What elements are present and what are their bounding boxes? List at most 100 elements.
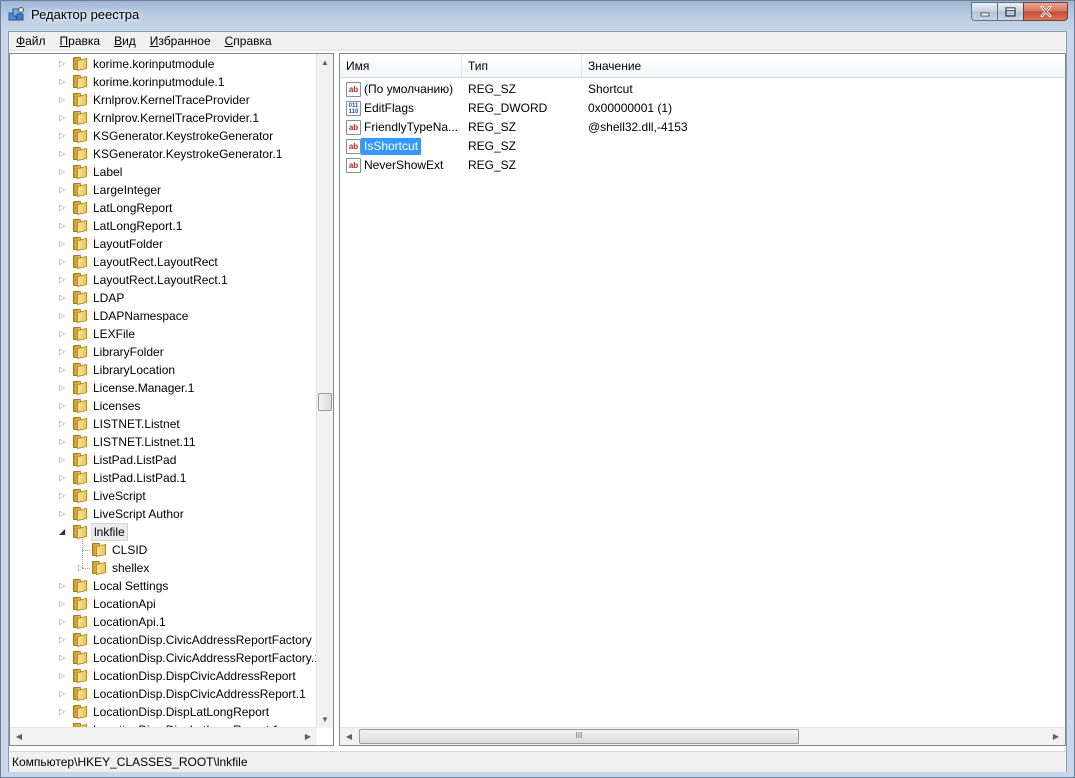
scroll-left-arrow-icon[interactable]: ◀ (341, 728, 357, 745)
tree-item[interactable]: ▷ LocationApi.1 (10, 613, 316, 631)
tree-item[interactable]: ▷ LayoutFolder (10, 235, 316, 253)
column-header-value[interactable]: Значение (582, 54, 1065, 78)
tree-item[interactable]: ▷ korime.korinputmodule (10, 55, 316, 73)
tree-item[interactable]: ▷ LDAP (10, 289, 316, 307)
tree-item[interactable]: ▷ LISTNET.Listnet.11 (10, 433, 316, 451)
tree-item[interactable]: ▷ ListPad.ListPad (10, 451, 316, 469)
collapsed-arrow-icon[interactable]: ▷ (59, 703, 69, 721)
collapsed-arrow-icon[interactable]: ▷ (59, 163, 69, 181)
menu-item-4[interactable]: Справка (218, 32, 279, 51)
collapsed-arrow-icon[interactable]: ▷ (59, 253, 69, 271)
expanded-arrow-icon[interactable]: ◢ (59, 523, 69, 541)
tree-item[interactable]: ▷ KSGenerator.KeystrokeGenerator (10, 127, 316, 145)
tree-item[interactable]: ▷ LocationDisp.DispCivicAddressReport.1 (10, 685, 316, 703)
collapsed-arrow-icon[interactable]: ▷ (59, 217, 69, 235)
tree-item[interactable]: ▷ LocationDisp.CivicAddressReportFactory.… (10, 649, 321, 667)
collapsed-arrow-icon[interactable]: ▷ (59, 127, 69, 145)
tree-item[interactable]: ▷ korime.korinputmodule.1 (10, 73, 316, 91)
tree-item[interactable]: ▷ Krnlprov.KernelTraceProvider.1 (10, 109, 316, 127)
collapsed-arrow-icon[interactable]: ▷ (59, 595, 69, 613)
collapsed-arrow-icon[interactable]: ▷ (59, 613, 69, 631)
collapsed-arrow-icon[interactable]: ▷ (59, 55, 69, 73)
collapsed-arrow-icon[interactable]: ▷ (59, 271, 69, 289)
tree-item[interactable]: ▷ Licenses (10, 397, 316, 415)
scroll-up-arrow-icon[interactable]: ▲ (317, 54, 333, 71)
tree-item[interactable]: ▷ LocationDisp.DispCivicAddressReport (10, 667, 316, 685)
collapsed-arrow-icon[interactable]: ▷ (59, 577, 69, 595)
tree-item[interactable]: CLSID (10, 541, 316, 559)
scroll-left-arrow-icon[interactable]: ◀ (11, 728, 27, 745)
collapsed-arrow-icon[interactable]: ▷ (59, 109, 69, 127)
registry-key-tree[interactable]: ▷ korime.korinputmodule ▷ korime.korinputmo… (9, 53, 334, 746)
collapsed-arrow-icon[interactable]: ▷ (59, 667, 69, 685)
collapsed-arrow-icon[interactable]: ▷ (59, 397, 69, 415)
tree-vertical-scrollbar[interactable]: ▲ ▼ (316, 54, 333, 728)
tree-item[interactable]: ▷ Krnlprov.KernelTraceProvider (10, 91, 316, 109)
tree-item[interactable]: ▷ LibraryLocation (10, 361, 316, 379)
scroll-down-arrow-icon[interactable]: ▼ (317, 711, 333, 728)
list-horizontal-scroll-thumb[interactable]: III (359, 729, 799, 744)
collapsed-arrow-icon[interactable]: ▷ (59, 91, 69, 109)
tree-item[interactable]: ▷ LISTNET.Listnet (10, 415, 316, 433)
collapsed-arrow-icon[interactable]: ▷ (59, 451, 69, 469)
tree-item[interactable]: ▷ LiveScript (10, 487, 316, 505)
list-row[interactable]: 011 110 EditFlags REG_DWORD 0x00000001 (1) (340, 99, 1065, 118)
close-button[interactable] (1023, 2, 1068, 21)
collapsed-arrow-icon[interactable]: ▷ (59, 307, 69, 325)
title-bar[interactable]: Редактор реестра (1, 1, 1074, 29)
collapsed-arrow-icon[interactable]: ▷ (59, 631, 69, 649)
tree-item[interactable]: ▷ LocationDisp.DispLatLongReport (10, 703, 316, 721)
list-horizontal-scrollbar[interactable]: ◀ III ▶ (340, 727, 1065, 745)
list-row[interactable]: ab NeverShowExt REG_SZ (340, 156, 1065, 175)
scroll-right-arrow-icon[interactable]: ▶ (300, 728, 316, 745)
tree-item[interactable]: ◢ lnkfile (10, 523, 316, 541)
tree-item[interactable]: ▷ KSGenerator.KeystrokeGenerator.1 (10, 145, 316, 163)
collapsed-arrow-icon[interactable]: ▷ (59, 649, 69, 667)
tree-item[interactable]: ▷ shellex (10, 559, 316, 577)
minimize-button[interactable] (971, 2, 998, 21)
collapsed-arrow-icon[interactable]: ▷ (59, 415, 69, 433)
menu-item-2[interactable]: Вид (107, 32, 143, 51)
collapsed-arrow-icon[interactable]: ▷ (59, 343, 69, 361)
tree-item[interactable]: ▷ LocationDisp.CivicAddressReportFactory (10, 631, 316, 649)
column-header-type[interactable]: Тип (462, 54, 582, 78)
collapsed-arrow-icon[interactable]: ▷ (59, 199, 69, 217)
collapsed-arrow-icon[interactable]: ▷ (59, 181, 69, 199)
menu-item-3[interactable]: Избранное (143, 32, 218, 51)
collapsed-arrow-icon[interactable]: ▷ (59, 505, 69, 523)
tree-horizontal-scrollbar[interactable]: ◀ ▶ (10, 727, 317, 745)
tree-item[interactable]: ▷ ListPad.ListPad.1 (10, 469, 316, 487)
tree-item[interactable]: ▷ LayoutRect.LayoutRect.1 (10, 271, 316, 289)
collapsed-arrow-icon[interactable]: ▷ (59, 487, 69, 505)
tree-item[interactable]: ▷ LayoutRect.LayoutRect (10, 253, 316, 271)
collapsed-arrow-icon[interactable]: ▷ (59, 685, 69, 703)
collapsed-arrow-icon[interactable]: ▷ (59, 325, 69, 343)
tree-item[interactable]: ▷ License.Manager.1 (10, 379, 316, 397)
registry-values-list[interactable]: Имя Тип Значение ab (По умолчанию) REG_SZ S… (339, 53, 1066, 746)
tree-vertical-scroll-thumb[interactable] (318, 393, 332, 411)
tree-item[interactable]: ▷ LargeInteger (10, 181, 316, 199)
collapsed-arrow-icon[interactable]: ▷ (59, 289, 69, 307)
scroll-right-arrow-icon[interactable]: ▶ (1048, 728, 1064, 745)
collapsed-arrow-icon[interactable]: ▷ (59, 379, 69, 397)
column-header-name[interactable]: Имя (340, 54, 462, 78)
list-row[interactable]: ab (По умолчанию) REG_SZ Shortcut (340, 80, 1065, 99)
collapsed-arrow-icon[interactable]: ▷ (59, 469, 69, 487)
tree-item[interactable]: ▷ Label (10, 163, 316, 181)
menu-item-1[interactable]: Правка (53, 32, 108, 51)
collapsed-arrow-icon[interactable]: ▷ (59, 145, 69, 163)
tree-item[interactable]: ▷ LocationApi (10, 595, 316, 613)
collapsed-arrow-icon[interactable]: ▷ (59, 73, 69, 91)
tree-item[interactable]: ▷ LatLongReport.1 (10, 217, 316, 235)
tree-item[interactable]: ▷ LatLongReport (10, 199, 316, 217)
collapsed-arrow-icon[interactable]: ▷ (59, 433, 69, 451)
tree-item[interactable]: ▷ LibraryFolder (10, 343, 316, 361)
list-row[interactable]: ab FriendlyTypeNa... REG_SZ @shell32.dll,-4… (340, 118, 1065, 137)
tree-item[interactable]: ▷ LEXFile (10, 325, 316, 343)
tree-item[interactable]: ▷ LiveScript Author (10, 505, 316, 523)
tree-item[interactable]: ▷ Local Settings (10, 577, 316, 595)
maximize-button[interactable] (997, 2, 1024, 21)
collapsed-arrow-icon[interactable]: ▷ (59, 361, 69, 379)
collapsed-arrow-icon[interactable]: ▷ (59, 235, 69, 253)
list-row[interactable]: ab IsShortcut REG_SZ (340, 137, 1065, 156)
